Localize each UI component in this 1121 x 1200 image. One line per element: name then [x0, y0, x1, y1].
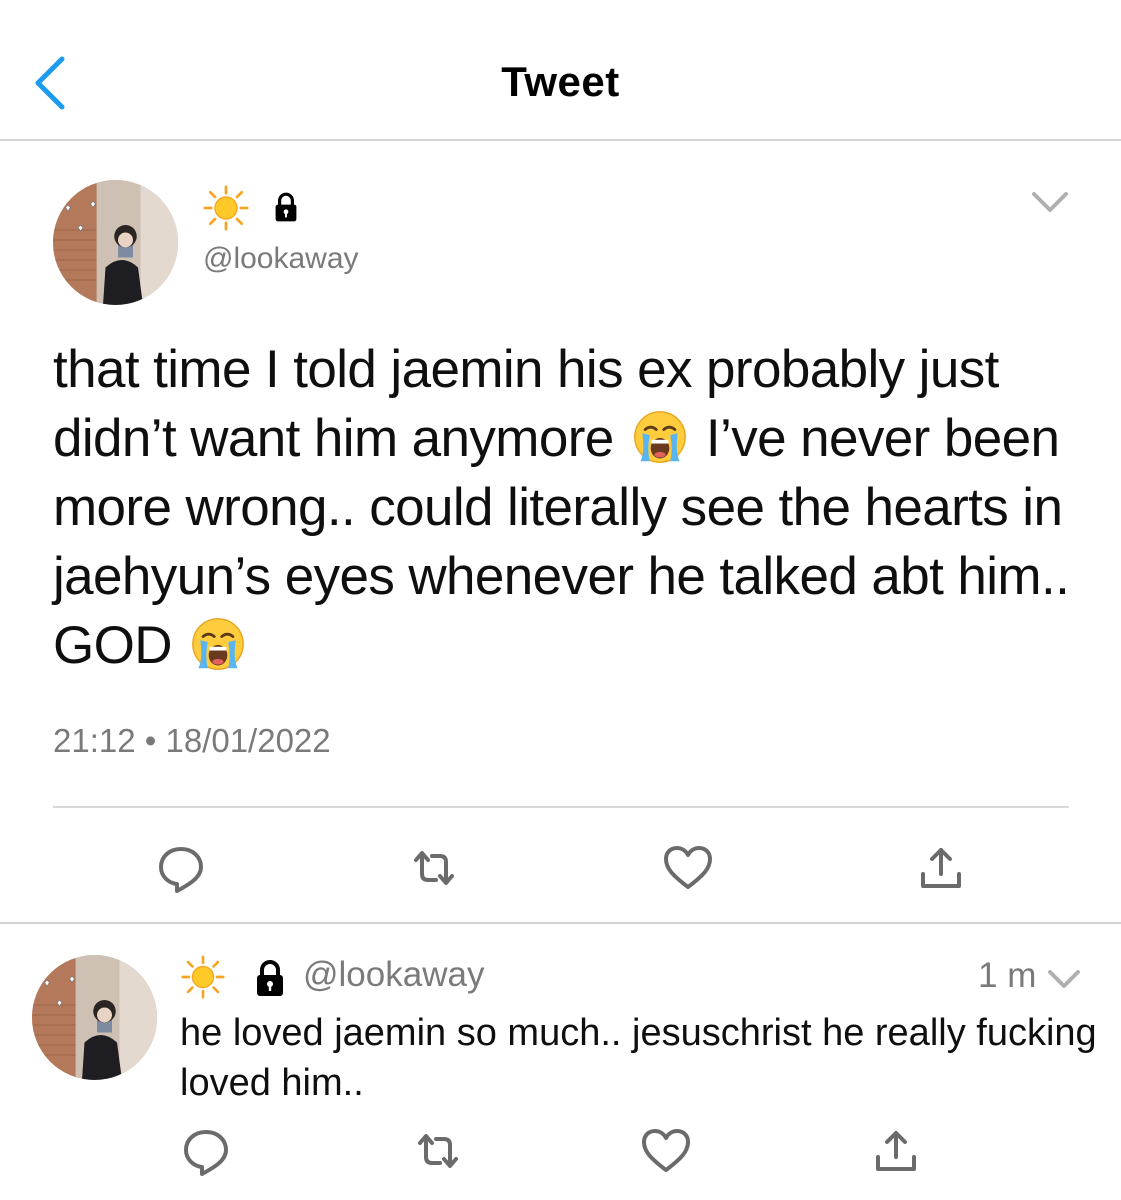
like-icon [662, 842, 714, 894]
loudly-crying-face-icon [190, 616, 246, 672]
share-button[interactable] [915, 842, 967, 894]
page-title: Tweet [501, 58, 620, 105]
reply-icon [155, 842, 207, 894]
reply-avatar[interactable] [32, 955, 157, 1080]
retweet-icon [408, 842, 460, 894]
user-handle[interactable]: @lookaway [203, 242, 359, 276]
like-button[interactable] [662, 842, 714, 894]
profile-photo [53, 180, 178, 305]
tweet-timestamp: 21:12 • 18/01/2022 [53, 722, 331, 759]
avatar[interactable] [53, 180, 178, 305]
lock-icon [250, 958, 290, 998]
share-icon [870, 1125, 922, 1177]
share-icon [915, 842, 967, 894]
like-icon [640, 1125, 692, 1177]
retweet-icon [412, 1125, 464, 1177]
loudly-crying-face-icon [632, 409, 688, 465]
retweet-button[interactable] [408, 842, 460, 894]
share-button[interactable] [870, 1125, 922, 1177]
retweet-button[interactable] [412, 1125, 464, 1177]
profile-photo [32, 955, 157, 1080]
reply-time: 1 m [978, 956, 1037, 995]
like-button[interactable] [640, 1125, 692, 1177]
divider [0, 922, 1121, 924]
reply-icon [180, 1125, 232, 1177]
sun-emoji-icon [181, 955, 225, 999]
top-nav-bar: Tweet [0, 0, 1121, 141]
divider [53, 806, 1069, 808]
reply-button[interactable] [155, 842, 207, 894]
chevron-down-icon[interactable] [1030, 188, 1070, 216]
chevron-down-icon[interactable] [1046, 966, 1082, 992]
reply-user-handle[interactable]: @lookaway [303, 955, 484, 995]
sun-emoji-icon [203, 185, 249, 231]
tweet-text: that time I told jaemin his ex probably … [53, 335, 1093, 680]
reply-button[interactable] [180, 1125, 232, 1177]
reply-text: he loved jaemin so much.. jesuschrist he… [180, 1012, 1097, 1104]
lock-icon [270, 191, 302, 223]
